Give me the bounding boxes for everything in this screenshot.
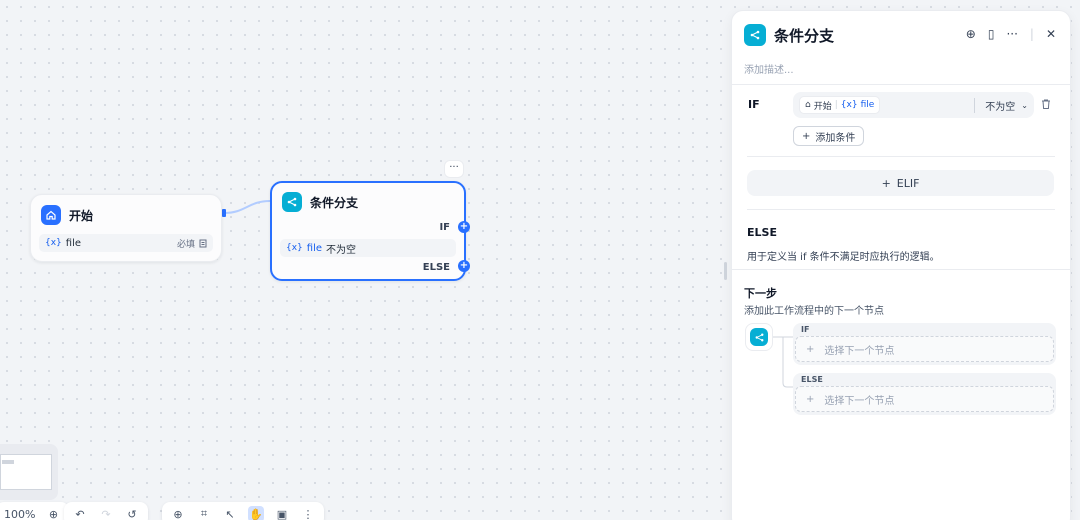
divider <box>747 156 1055 157</box>
chip-separator: | <box>834 100 838 110</box>
add-condition-button[interactable]: + 添加条件 <box>793 126 865 146</box>
zoom-toolbar: 100% ⊕ <box>0 502 70 520</box>
variable-icon: {x} <box>286 243 303 253</box>
if-condition-row: {x} file 不为空 <box>280 239 456 257</box>
add-elif-button[interactable]: + ELIF <box>747 170 1054 196</box>
canvas-toolbar: ⊕ ⌗ ↖ ✋ ▣ ⋮ <box>162 502 324 520</box>
zoom-level[interactable]: 100% <box>4 508 35 520</box>
node-more-button[interactable]: ··· <box>444 160 464 178</box>
minimap[interactable] <box>0 444 58 500</box>
file-icon <box>199 239 207 247</box>
start-node-handle <box>222 209 226 217</box>
panel-title[interactable]: 条件分支 <box>774 25 834 46</box>
history-icon[interactable]: ↺ <box>124 506 140 520</box>
start-node-title: 开始 <box>69 208 94 223</box>
select-next-label: 选择下一个节点 <box>824 395 895 407</box>
required-badge: 必填 <box>177 237 207 250</box>
add-node-icon[interactable]: ⊕ <box>170 506 186 520</box>
variable-icon: {x} <box>840 100 858 110</box>
panel-resize-handle[interactable] <box>724 262 727 280</box>
hand-icon[interactable]: ✋ <box>248 506 264 520</box>
description-input[interactable]: 添加描述... <box>744 61 794 76</box>
branch-icon <box>282 192 302 212</box>
condition-source: 开始 <box>813 101 832 112</box>
divider <box>732 84 1070 85</box>
divider <box>747 209 1055 210</box>
elif-label: ELIF <box>896 176 920 190</box>
else-add-next-icon[interactable]: + <box>458 260 470 272</box>
operator-value: 不为空 <box>985 101 1016 113</box>
branch-icon <box>750 328 768 346</box>
condition-variable: file <box>860 100 875 110</box>
minimap-node <box>2 460 14 464</box>
operator-select[interactable]: 不为空 ⌄ <box>974 97 1028 113</box>
plus-icon: + <box>881 176 891 190</box>
home-icon: ⌂ <box>805 100 811 110</box>
variable-name: file <box>306 242 323 254</box>
else-label: ELSE <box>422 262 450 273</box>
action-divider: | <box>1029 27 1034 41</box>
run-step-icon[interactable]: ⊕ <box>966 27 976 41</box>
start-node-header: 开始 <box>41 205 93 225</box>
panel-header: 条件分支 <box>744 24 834 46</box>
delete-condition-icon[interactable] <box>1040 98 1052 113</box>
branch-label: IF <box>801 325 810 334</box>
next-branch-if: IF + 选择下一个节点 <box>793 323 1056 365</box>
start-node-variable: {x} file 必填 <box>39 234 213 252</box>
zoom-in-icon[interactable]: ⊕ <box>45 506 61 520</box>
export-image-icon[interactable]: ▣ <box>274 506 290 520</box>
if-node-title: 条件分支 <box>310 195 359 210</box>
redo-icon[interactable]: ↷ <box>98 506 114 520</box>
help-book-icon[interactable]: ▯ <box>988 27 995 41</box>
current-node-icon <box>745 323 773 351</box>
plus-icon: + <box>802 130 811 142</box>
variable-selector[interactable]: ⌂ 开始 | {x} file <box>799 96 881 114</box>
start-node[interactable]: 开始 {x} file 必填 <box>30 194 222 262</box>
chevron-down-icon: ⌄ <box>1021 100 1028 110</box>
select-next-label: 选择下一个节点 <box>824 345 895 357</box>
edge-start-to-if <box>223 200 271 214</box>
required-label: 必填 <box>176 239 195 250</box>
next-branch-else: ELSE + 选择下一个节点 <box>793 373 1056 415</box>
close-icon[interactable]: ✕ <box>1046 27 1056 41</box>
variable-name: file <box>65 237 82 249</box>
next-step-title: 下一步 <box>744 287 777 300</box>
add-condition-label: 添加条件 <box>815 132 856 144</box>
divider <box>732 269 1070 270</box>
more-icon[interactable]: ··· <box>1006 27 1017 41</box>
if-section-label: IF <box>748 98 760 111</box>
condition-row[interactable]: ⌂ 开始 | {x} file 不为空 ⌄ <box>793 92 1034 118</box>
layout-icon[interactable]: ⋮ <box>300 506 316 520</box>
plus-icon: + <box>806 393 815 405</box>
plus-icon: + <box>806 343 815 355</box>
next-step-description: 添加此工作流程中的下一个节点 <box>744 306 884 317</box>
select-next-node-button[interactable]: + 选择下一个节点 <box>795 336 1054 362</box>
branch-label: ELSE <box>801 375 823 384</box>
organize-icon[interactable]: ⌗ <box>196 506 212 520</box>
variable-icon: {x} <box>45 238 62 248</box>
select-next-node-button[interactable]: + 选择下一个节点 <box>795 386 1054 412</box>
if-node-header: 条件分支 <box>282 192 358 212</box>
condition-operator: 不为空 <box>326 244 357 256</box>
branch-connector <box>773 336 795 388</box>
if-label: IF <box>439 222 450 233</box>
else-description: 用于定义当 if 条件不满足时应执行的逻辑。 <box>747 252 940 263</box>
branch-icon <box>744 24 766 46</box>
home-icon <box>41 205 61 225</box>
if-else-node[interactable]: 条件分支 IF {x} file 不为空 ELSE <box>270 181 466 281</box>
panel-actions: ⊕ ▯ ··· | ✕ <box>966 27 1056 41</box>
history-toolbar: ↶ ↷ ↺ <box>64 502 148 520</box>
node-config-panel: 条件分支 ⊕ ▯ ··· | ✕ 添加描述... IF ⌂ 开始 | {x} f… <box>731 10 1071 520</box>
pointer-icon[interactable]: ↖ <box>222 506 238 520</box>
if-add-next-icon[interactable]: + <box>458 221 470 233</box>
undo-icon[interactable]: ↶ <box>72 506 88 520</box>
else-section-label: ELSE <box>747 226 777 239</box>
